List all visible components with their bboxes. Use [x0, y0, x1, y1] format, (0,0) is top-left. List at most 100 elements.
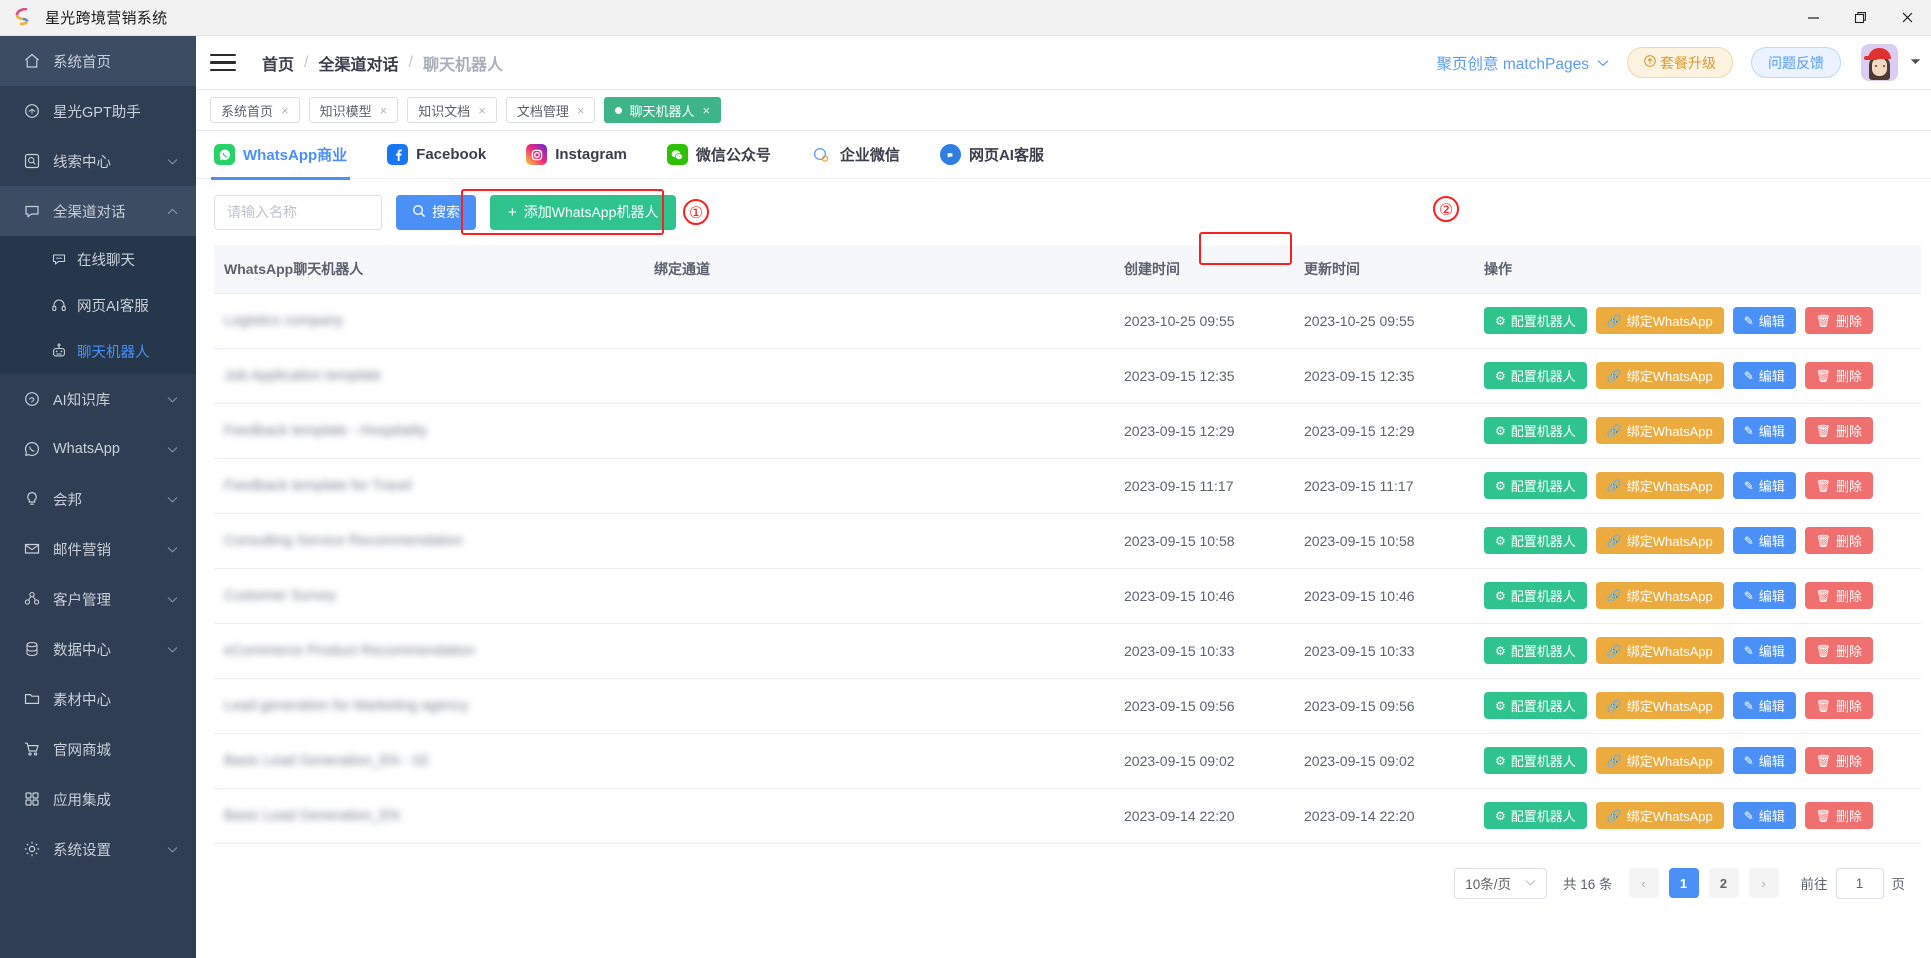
page-tab-knowledge-model[interactable]: 知识模型 ×: [308, 97, 399, 123]
page-tab-knowledge-doc[interactable]: 知识文档 ×: [407, 97, 497, 123]
sidebar-item-web-ai-service[interactable]: 网页AI客服: [0, 282, 196, 328]
configure-bot-button[interactable]: ⚙ 配置机器人: [1484, 527, 1587, 554]
close-icon[interactable]: ×: [577, 103, 585, 118]
page-tab-chatbot[interactable]: 聊天机器人 ×: [604, 97, 722, 123]
close-button[interactable]: [1884, 0, 1931, 36]
bind-whatsapp-button[interactable]: 🔗 绑定WhatsApp: [1595, 692, 1724, 719]
sidebar-item-app-integration[interactable]: 应用集成: [0, 774, 196, 824]
sidebar-item-data-center[interactable]: 数据中心: [0, 624, 196, 674]
configure-label: 配置机器人: [1510, 369, 1576, 384]
edit-button[interactable]: ✎ 编辑: [1732, 417, 1796, 444]
delete-button[interactable]: 🗑 删除: [1804, 472, 1874, 499]
sidebar-item-ai-knowledge[interactable]: AI知识库: [0, 374, 196, 424]
breadcrumb-item-omnichannel[interactable]: 全渠道对话: [318, 51, 398, 75]
user-menu-chevron-icon[interactable]: [1910, 57, 1921, 68]
channel-tab-instagram[interactable]: Instagram: [526, 131, 627, 179]
delete-label: 删除: [1836, 479, 1863, 494]
configure-bot-button[interactable]: ⚙ 配置机器人: [1484, 362, 1587, 389]
avatar[interactable]: [1861, 44, 1898, 81]
bind-whatsapp-button[interactable]: 🔗 绑定WhatsApp: [1595, 417, 1724, 444]
sidebar-item-online-chat[interactable]: 在线聊天: [0, 236, 196, 282]
channel-tab-wecom[interactable]: 企业微信: [811, 131, 900, 179]
edit-button[interactable]: ✎ 编辑: [1732, 692, 1796, 719]
edit-button[interactable]: ✎ 编辑: [1732, 472, 1796, 499]
delete-button[interactable]: 🗑 删除: [1804, 527, 1874, 554]
sidebar-item-chatbot[interactable]: 聊天机器人: [0, 328, 196, 374]
close-icon[interactable]: ×: [281, 103, 289, 118]
search-button[interactable]: 搜索: [396, 194, 476, 230]
sidebar-item-material-center[interactable]: 素材中心: [0, 674, 196, 724]
delete-button[interactable]: 🗑 删除: [1804, 307, 1874, 334]
sidebar-item-gpt[interactable]: 星光GPT助手: [0, 86, 196, 136]
bind-whatsapp-button[interactable]: 🔗 绑定WhatsApp: [1595, 472, 1724, 499]
minimize-button[interactable]: [1790, 0, 1837, 36]
delete-button[interactable]: 🗑 删除: [1804, 582, 1874, 609]
sidebar-item-system-settings[interactable]: 系统设置: [0, 824, 196, 874]
edit-button[interactable]: ✎ 编辑: [1732, 362, 1796, 389]
close-icon[interactable]: ×: [380, 103, 388, 118]
channel-tab-web-ai-service[interactable]: 网页AI客服: [939, 131, 1044, 179]
page-tab-home[interactable]: 系统首页 ×: [210, 97, 300, 123]
cell-bound-channel: [644, 733, 1114, 789]
edit-button[interactable]: ✎ 编辑: [1732, 802, 1796, 829]
edit-button[interactable]: ✎ 编辑: [1732, 307, 1796, 334]
edit-button[interactable]: ✎ 编辑: [1732, 582, 1796, 609]
menu-toggle-icon[interactable]: [210, 49, 236, 77]
bind-whatsapp-button[interactable]: 🔗 绑定WhatsApp: [1595, 747, 1724, 774]
delete-button[interactable]: 🗑 删除: [1804, 802, 1874, 829]
sidebar-item-leads[interactable]: 线索中心: [0, 136, 196, 186]
channel-tab-facebook[interactable]: Facebook: [387, 131, 486, 179]
bind-whatsapp-button[interactable]: 🔗 绑定WhatsApp: [1595, 637, 1724, 664]
bind-whatsapp-button[interactable]: 🔗 绑定WhatsApp: [1595, 582, 1724, 609]
bind-whatsapp-button[interactable]: 🔗 绑定WhatsApp: [1595, 362, 1724, 389]
page-button-2[interactable]: 2: [1708, 868, 1739, 898]
breadcrumb-item-home[interactable]: 首页: [262, 51, 294, 75]
edit-button[interactable]: ✎ 编辑: [1732, 637, 1796, 664]
configure-bot-button[interactable]: ⚙ 配置机器人: [1484, 802, 1587, 829]
add-whatsapp-bot-button[interactable]: + 添加WhatsApp机器人: [490, 194, 677, 230]
page-tab-doc-management[interactable]: 文档管理 ×: [505, 97, 596, 123]
upgrade-plan-button[interactable]: 套餐升级: [1627, 47, 1733, 78]
configure-bot-button[interactable]: ⚙ 配置机器人: [1484, 582, 1587, 609]
channel-tab-whatsapp-business[interactable]: WhatsApp商业: [210, 131, 351, 180]
configure-bot-button[interactable]: ⚙ 配置机器人: [1484, 417, 1587, 444]
account-switcher[interactable]: 聚页创意 matchPages: [1437, 52, 1609, 74]
bind-whatsapp-button[interactable]: 🔗 绑定WhatsApp: [1595, 307, 1724, 334]
bind-whatsapp-button[interactable]: 🔗 绑定WhatsApp: [1595, 802, 1724, 829]
delete-button[interactable]: 🗑 删除: [1804, 637, 1874, 664]
configure-bot-button[interactable]: ⚙ 配置机器人: [1484, 472, 1587, 499]
sidebar-item-email-marketing[interactable]: 邮件营销: [0, 524, 196, 574]
goto-page-input[interactable]: [1835, 867, 1884, 899]
prev-page-button[interactable]: ‹: [1628, 868, 1659, 898]
configure-bot-button[interactable]: ⚙ 配置机器人: [1484, 692, 1587, 719]
database-icon: [22, 639, 42, 659]
edit-button[interactable]: ✎ 编辑: [1732, 527, 1796, 554]
feedback-button[interactable]: 问题反馈: [1751, 47, 1841, 78]
search-input[interactable]: [214, 194, 382, 230]
bind-whatsapp-button[interactable]: 🔗 绑定WhatsApp: [1595, 527, 1724, 554]
sidebar-item-official-store[interactable]: 官网商城: [0, 724, 196, 774]
sidebar-item-whatsapp[interactable]: WhatsApp: [0, 424, 196, 474]
sidebar-item-customer-management[interactable]: 客户管理: [0, 574, 196, 624]
next-page-button[interactable]: ›: [1748, 868, 1779, 898]
sidebar-item-home[interactable]: 系统首页: [0, 36, 196, 86]
sidebar-item-huibang[interactable]: 会邦: [0, 474, 196, 524]
close-icon[interactable]: ×: [478, 103, 486, 118]
delete-button[interactable]: 🗑 删除: [1804, 692, 1874, 719]
sidebar-item-omnichannel[interactable]: 全渠道对话: [0, 186, 196, 236]
configure-label: 配置机器人: [1510, 754, 1576, 769]
delete-button[interactable]: 🗑 删除: [1804, 747, 1874, 774]
page-size-select[interactable]: 10条/页: [1454, 867, 1547, 899]
configure-bot-button[interactable]: ⚙ 配置机器人: [1484, 637, 1587, 664]
close-icon[interactable]: ×: [702, 103, 710, 118]
maximize-button[interactable]: [1837, 0, 1884, 36]
edit-button[interactable]: ✎ 编辑: [1732, 747, 1796, 774]
app-window: 星光跨境营销系统 系统首页 星光GPT助手 线索中心 全渠道对话 在线聊天 网页…: [0, 0, 1931, 958]
delete-button[interactable]: 🗑 删除: [1804, 362, 1874, 389]
configure-bot-button[interactable]: ⚙ 配置机器人: [1484, 747, 1587, 774]
configure-bot-button[interactable]: ⚙ 配置机器人: [1484, 307, 1587, 334]
channel-tab-wechat-official[interactable]: 微信公众号: [666, 131, 771, 179]
page-button-1[interactable]: 1: [1668, 868, 1699, 898]
webchat-icon: [939, 144, 961, 165]
delete-button[interactable]: 🗑 删除: [1804, 417, 1874, 444]
